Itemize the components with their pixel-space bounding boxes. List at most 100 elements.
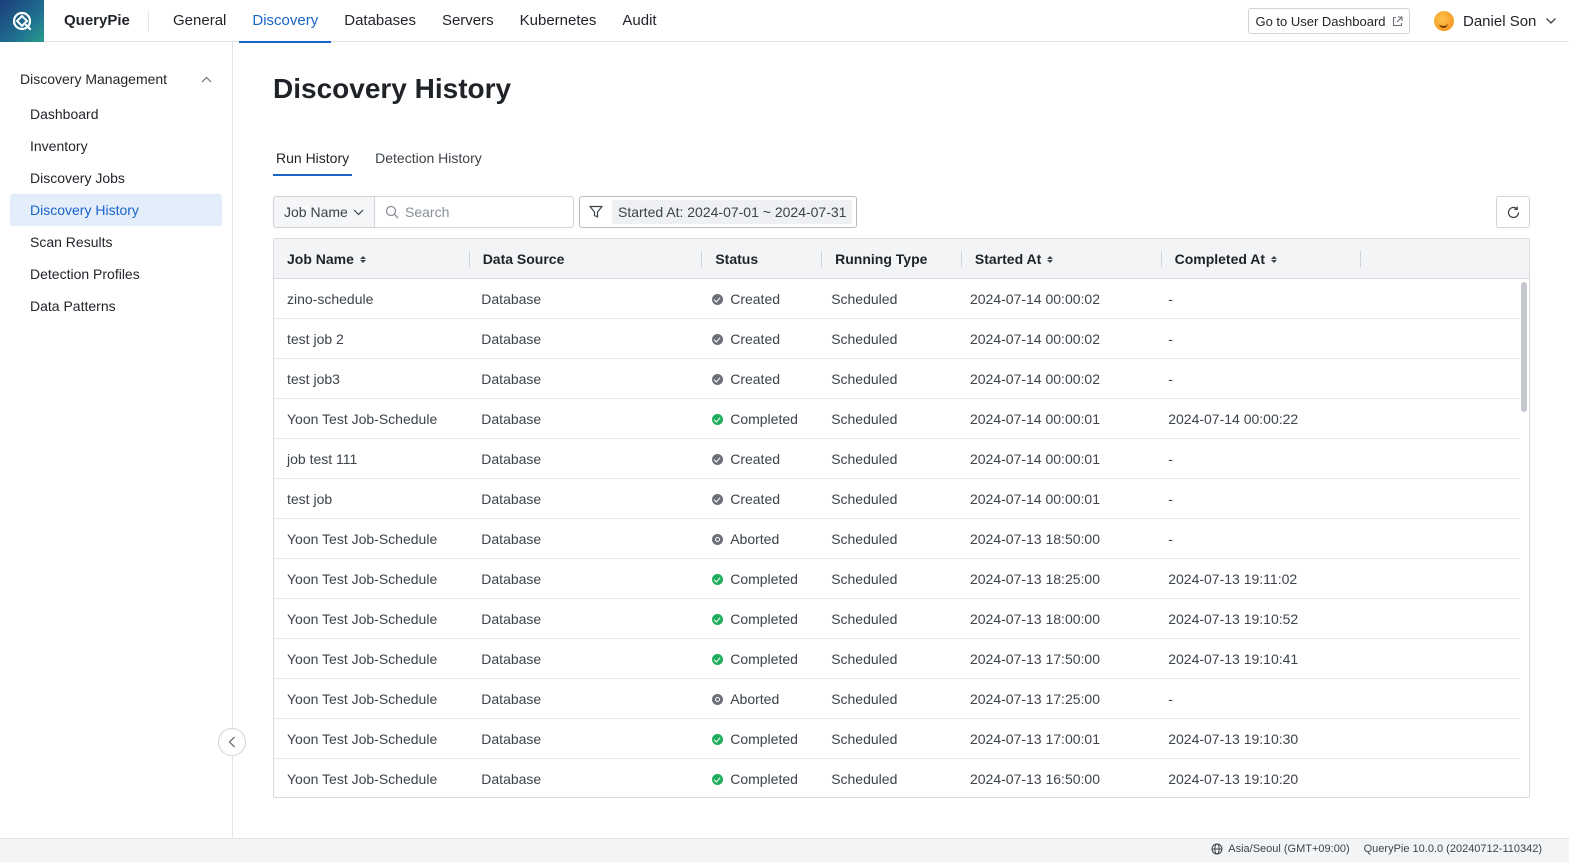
column-label: Running Type xyxy=(835,251,928,267)
user-menu[interactable]: Daniel Son xyxy=(1434,10,1557,32)
sidebar-item-inventory[interactable]: Inventory xyxy=(10,130,222,162)
cell-job-name[interactable]: Yoon Test Job-Schedule xyxy=(274,559,468,599)
cell-data-source: Database xyxy=(481,371,542,387)
cell-spacer xyxy=(1353,759,1520,797)
cell-job-name[interactable]: Yoon Test Job-Schedule xyxy=(274,719,468,759)
table-row[interactable]: zino-schedule Database Created Scheduled 202… xyxy=(274,279,1520,319)
cell-data-source: Database xyxy=(481,771,542,787)
cell-job-name[interactable]: test job3 xyxy=(274,359,468,399)
nav-general[interactable]: General xyxy=(160,0,239,42)
nav-databases[interactable]: Databases xyxy=(331,0,429,42)
table-row[interactable]: test job3 Database Created Scheduled 2024-07… xyxy=(274,359,1520,399)
table-row[interactable]: Yoon Test Job-Schedule Database Completed S… xyxy=(274,759,1520,797)
table-row[interactable]: Yoon Test Job-Schedule Database Aborted Sch… xyxy=(274,679,1520,719)
page-title: Discovery History xyxy=(273,73,512,104)
date-range-chip[interactable]: Started At: 2024-07-01 ~ 2024-07-31 xyxy=(612,200,853,224)
cell-running-type: Scheduled xyxy=(831,651,898,667)
table-row[interactable]: test job 2 Database Created Scheduled 2024-0… xyxy=(274,319,1520,359)
column-status: Status xyxy=(702,239,823,279)
cell-data-source: Database xyxy=(481,531,542,547)
collapse-sidebar-button[interactable] xyxy=(218,728,246,756)
querypie-logo-icon[interactable] xyxy=(0,0,44,42)
date-range-filter[interactable]: Started At: 2024-07-01 ~ 2024-07-31 xyxy=(579,196,857,228)
sidebar-item-data-patterns[interactable]: Data Patterns xyxy=(10,290,222,322)
column-started-at[interactable]: Started At xyxy=(962,239,1162,279)
cell-job-name[interactable]: test job 2 xyxy=(274,319,468,359)
sidebar-item-discovery-history[interactable]: Discovery History xyxy=(10,194,222,226)
cell-data-source: Database xyxy=(481,651,542,667)
scrollbar-thumb[interactable] xyxy=(1521,282,1527,412)
status-created-icon xyxy=(712,453,724,465)
cell-completed-at: 2024-07-13 19:10:41 xyxy=(1168,651,1299,667)
status-created-icon xyxy=(712,293,724,305)
nav-servers[interactable]: Servers xyxy=(429,0,507,42)
cell-spacer xyxy=(1353,479,1520,519)
search-input[interactable] xyxy=(405,204,565,220)
table-row[interactable]: Yoon Test Job-Schedule Database Completed S… xyxy=(274,719,1520,759)
nav-audit[interactable]: Audit xyxy=(609,0,669,42)
tab-run-history[interactable]: Run History xyxy=(273,150,353,176)
cell-job-name[interactable]: test job xyxy=(274,479,468,519)
table-body: zino-schedule Database Created Scheduled 202… xyxy=(274,279,1529,797)
go-to-user-dashboard-button[interactable]: Go to User Dashboard xyxy=(1248,8,1410,34)
table-row[interactable]: Yoon Test Job-Schedule Database Aborted Sch… xyxy=(274,519,1520,559)
cell-job-name[interactable]: Yoon Test Job-Schedule xyxy=(274,679,468,719)
table-row[interactable]: job test 111 Database Created Scheduled 2024… xyxy=(274,439,1520,479)
column-data-source: Data Source xyxy=(470,239,703,279)
cell-spacer xyxy=(1353,679,1520,719)
cell-running-type: Scheduled xyxy=(831,491,898,507)
cell-job-name[interactable]: job test 111 xyxy=(274,439,468,479)
cell-started-at: 2024-07-13 18:00:00 xyxy=(969,611,1100,627)
cell-started-at: 2024-07-13 17:00:01 xyxy=(969,731,1100,747)
filter-field-select[interactable]: Job Name xyxy=(273,196,375,228)
cell-status: Completed xyxy=(699,759,818,797)
status-label: Completed xyxy=(730,651,798,667)
table-scrollbar[interactable] xyxy=(1520,281,1528,797)
cell-spacer xyxy=(1353,279,1520,319)
table-row[interactable]: Yoon Test Job-Schedule Database Completed S… xyxy=(274,599,1520,639)
sidebar-item-dashboard[interactable]: Dashboard xyxy=(10,98,222,130)
main-nav: General Discovery Databases Servers Kube… xyxy=(160,0,670,43)
cell-data-source: Database xyxy=(481,411,542,427)
cell-running-type: Scheduled xyxy=(831,291,898,307)
cell-running-type: Scheduled xyxy=(831,571,898,587)
timezone-selector[interactable]: Asia/Seoul (GMT+09:00) xyxy=(1211,843,1350,855)
status-aborted-icon xyxy=(712,533,724,545)
sidebar-section-discovery-management[interactable]: Discovery Management xyxy=(20,71,212,87)
column-job-name[interactable]: Job Name xyxy=(274,239,470,279)
cell-job-name[interactable]: Yoon Test Job-Schedule xyxy=(274,759,468,797)
cell-data-source: Database xyxy=(481,451,542,467)
nav-discovery[interactable]: Discovery xyxy=(239,0,332,43)
column-completed-at[interactable]: Completed At xyxy=(1162,239,1362,279)
sidebar-item-detection-profiles[interactable]: Detection Profiles xyxy=(10,258,222,290)
cell-data-source: Database xyxy=(481,611,542,627)
chevron-left-icon xyxy=(228,736,235,748)
cell-status: Created xyxy=(699,479,818,519)
cell-running-type: Scheduled xyxy=(831,531,898,547)
table-row[interactable]: Yoon Test Job-Schedule Database Completed S… xyxy=(274,399,1520,439)
table-row[interactable]: Yoon Test Job-Schedule Database Completed S… xyxy=(274,639,1520,679)
refresh-button[interactable] xyxy=(1496,196,1530,228)
cell-job-name[interactable]: Yoon Test Job-Schedule xyxy=(274,399,468,439)
status-label: Completed xyxy=(730,611,798,627)
cell-job-name[interactable]: zino-schedule xyxy=(274,279,468,319)
cell-job-name[interactable]: Yoon Test Job-Schedule xyxy=(274,519,468,559)
status-footer: Asia/Seoul (GMT+09:00) QueryPie 10.0.0 (… xyxy=(0,838,1569,862)
globe-icon xyxy=(1211,843,1223,855)
cell-job-name[interactable]: Yoon Test Job-Schedule xyxy=(274,639,468,679)
cell-completed-at: - xyxy=(1168,691,1173,707)
cell-started-at: 2024-07-14 00:00:02 xyxy=(969,371,1100,387)
cell-spacer xyxy=(1353,719,1520,759)
status-label: Created xyxy=(730,491,781,507)
cell-job-name[interactable]: Yoon Test Job-Schedule xyxy=(274,599,468,639)
sidebar-item-scan-results[interactable]: Scan Results xyxy=(10,226,222,258)
filter-icon xyxy=(580,197,612,227)
tab-detection-history[interactable]: Detection History xyxy=(372,150,485,176)
table-row[interactable]: Yoon Test Job-Schedule Database Completed S… xyxy=(274,559,1520,599)
sidebar-item-discovery-jobs[interactable]: Discovery Jobs xyxy=(10,162,222,194)
cell-started-at: 2024-07-13 18:50:00 xyxy=(969,531,1100,547)
cell-completed-at: 2024-07-14 00:00:22 xyxy=(1168,411,1299,427)
nav-kubernetes[interactable]: Kubernetes xyxy=(507,0,610,42)
cell-running-type: Scheduled xyxy=(831,371,898,387)
table-row[interactable]: test job Database Created Scheduled 2024-07-… xyxy=(274,479,1520,519)
